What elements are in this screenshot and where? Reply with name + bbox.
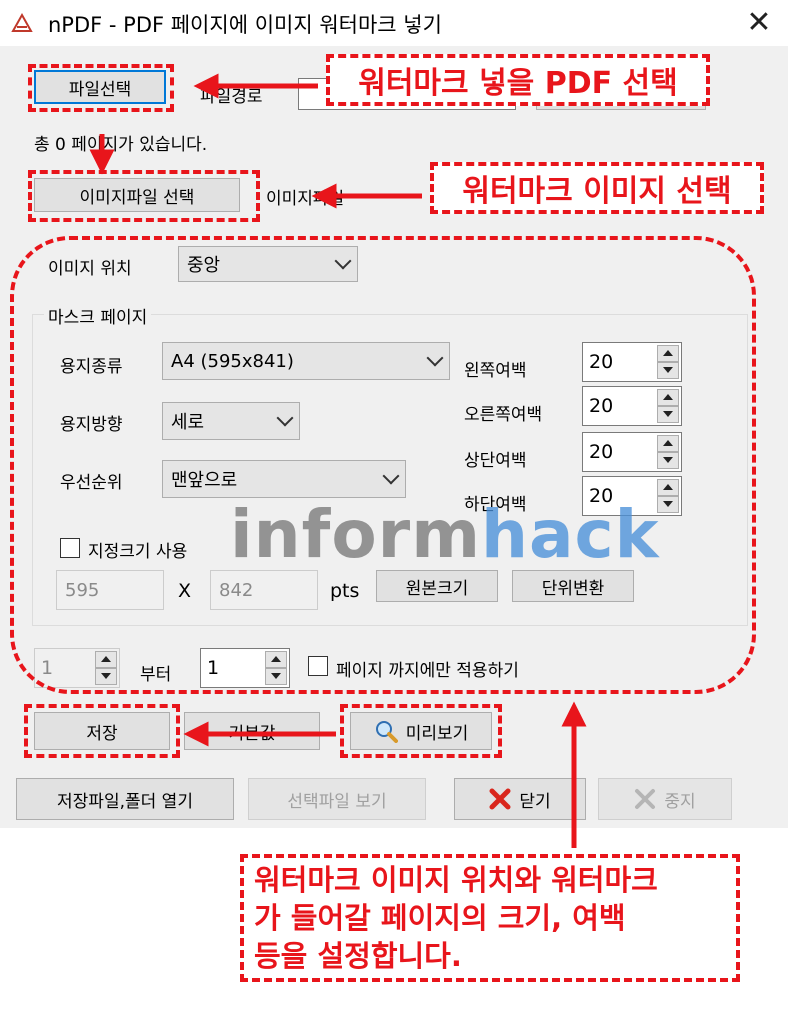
callout-image-select: 워터마크 이미지 선택	[430, 162, 764, 214]
callout-settings: 워터마크 이미지 위치와 워터마크 가 들어갈 페이지의 크기, 여백 등을 설…	[240, 854, 740, 982]
highlight-preview	[340, 704, 502, 758]
highlight-save	[24, 704, 180, 758]
callout-pdf-select: 워터마크 넣을 PDF 선택	[326, 54, 710, 106]
open-folder-button[interactable]: 저장파일,폴더 열기	[16, 778, 234, 820]
view-selected-button[interactable]: 선택파일 보기	[248, 778, 426, 820]
stop-label: 중지	[664, 791, 696, 812]
highlight-settings-area	[10, 236, 756, 694]
callout-settings-line1: 워터마크 이미지 위치와 워터마크	[254, 863, 658, 897]
red-x-icon	[489, 788, 511, 810]
file-path-label: 파일경로	[200, 87, 263, 107]
close-button[interactable]: 닫기	[454, 778, 586, 820]
stop-button[interactable]: 중지	[598, 778, 732, 820]
app-icon	[10, 12, 34, 34]
highlight-select-image	[28, 170, 260, 222]
stop-x-icon	[634, 788, 656, 810]
image-file-label: 이미지파일	[266, 189, 345, 209]
default-button[interactable]: 기본값	[184, 712, 320, 750]
close-label: 닫기	[519, 791, 551, 812]
close-icon[interactable]: ✕	[742, 6, 776, 40]
callout-settings-line3: 등을 설정합니다.	[254, 939, 462, 973]
callout-settings-line2: 가 들어갈 페이지의 크기, 여백	[254, 901, 626, 935]
page-count-text: 총 0 페이지가 있습니다.	[34, 135, 208, 155]
highlight-select-pdf	[28, 64, 174, 112]
window-title: nPDF - PDF 페이지에 이미지 워터마크 넣기	[48, 13, 442, 37]
